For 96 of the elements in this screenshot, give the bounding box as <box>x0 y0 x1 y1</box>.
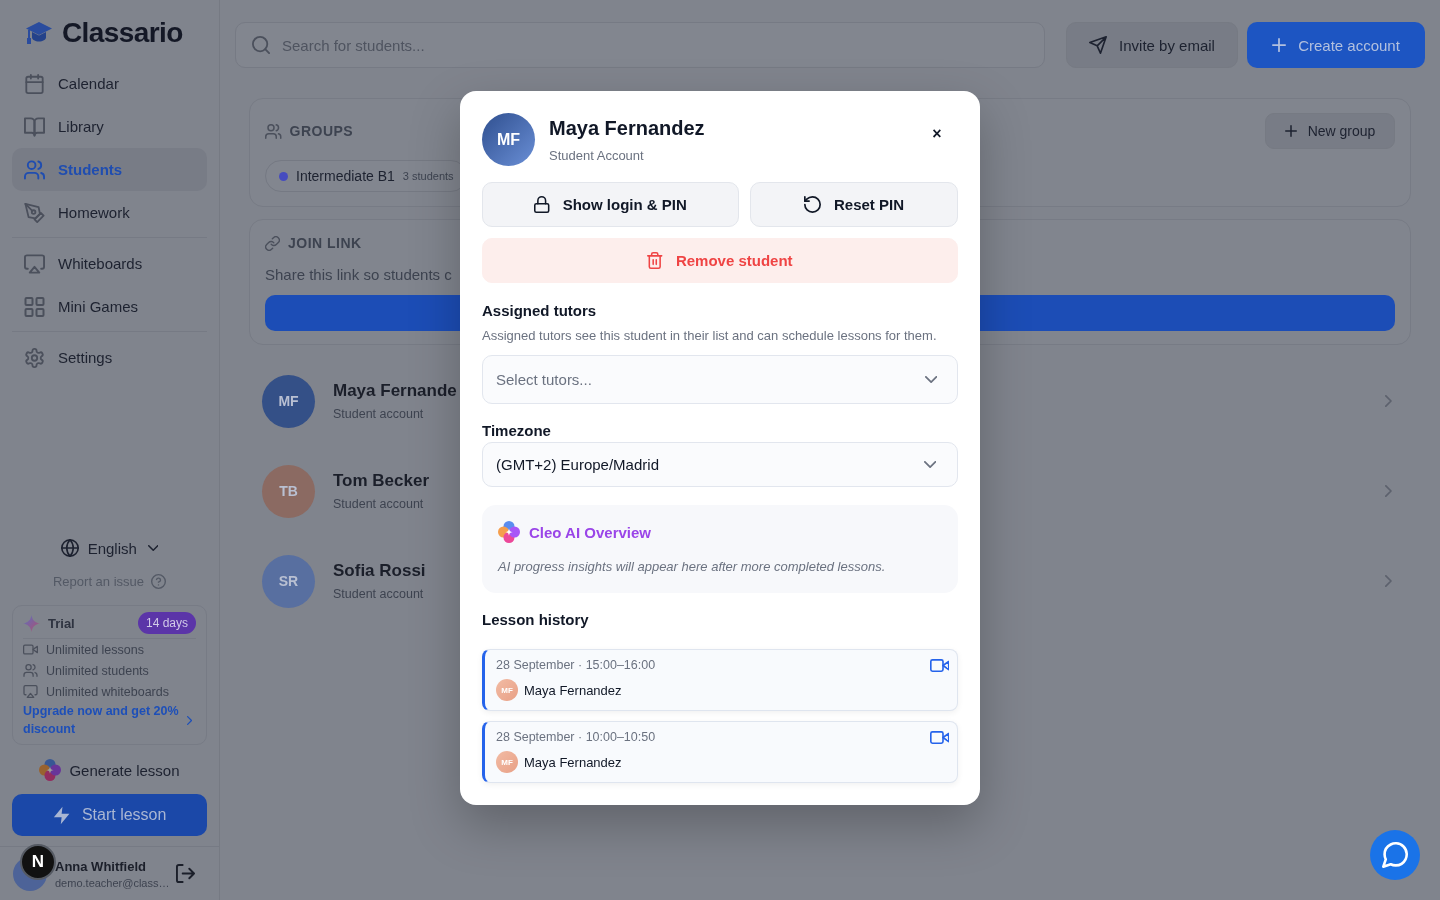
pen-nib-icon <box>24 202 45 223</box>
feature-text: Unlimited lessons <box>46 642 144 657</box>
brand-name: Classario <box>62 17 183 49</box>
days-left-badge: 14 days <box>137 612 196 634</box>
dot-icon <box>279 171 288 181</box>
screen-icon <box>23 685 38 698</box>
account-type: Student Account <box>549 148 645 164</box>
lock-icon <box>534 196 550 213</box>
student-name: Maya Fernandez <box>524 682 622 698</box>
trash-icon <box>647 252 663 269</box>
account-type: Student account <box>333 587 424 601</box>
chevron-right-icon <box>1385 395 1392 407</box>
help-circle-icon <box>151 573 167 589</box>
generate-lesson-button[interactable]: Generate lesson <box>12 757 207 783</box>
screen-icon <box>24 253 45 274</box>
flower-icon <box>39 759 62 781</box>
sidebar-item[interactable]: Homework <box>12 191 207 234</box>
student-avatar: SR <box>262 554 315 608</box>
close-button[interactable]: × <box>928 125 946 143</box>
student-name: Maya Fernandez <box>549 116 705 140</box>
section-heading: Timezone <box>482 421 552 441</box>
section-title: GROUPS <box>289 123 354 139</box>
section-description: Assigned tutors see this student in their list and can schedule lessons for them. <box>482 328 938 344</box>
ai-overview-text: AI progress insights will appear here after more completed lessons. <box>498 559 887 575</box>
ai-overview-title: Cleo AI Overview <box>529 523 651 541</box>
chevron-down-icon <box>924 376 937 383</box>
chat-button[interactable] <box>1370 830 1420 880</box>
student-avatar: MF <box>482 113 535 166</box>
sidebar-item[interactable]: Whiteboards <box>12 242 207 285</box>
users-icon <box>24 159 45 180</box>
group-name: Intermediate B1 <box>296 168 395 184</box>
remove-student-button[interactable]: Remove student <box>482 238 958 283</box>
tutor-select[interactable]: Select tutors... <box>482 355 958 404</box>
user-email: demo.teacher@class… <box>55 876 170 889</box>
section-heading: Assigned tutors <box>482 301 598 321</box>
lesson-card[interactable]: 28 September · 15:00–16:00 MF Maya Fernandez <box>482 649 958 711</box>
timezone-select[interactable]: (GMT+2) Europe/Madrid <box>482 442 958 487</box>
sidebar-item[interactable]: Calendar <box>12 62 207 105</box>
chevron-right-icon <box>1385 575 1392 587</box>
student-avatar: MF <box>496 751 518 773</box>
users-icon <box>23 664 38 677</box>
create-account-button[interactable]: Create account <box>1247 22 1425 68</box>
chat-bubble-icon <box>1382 842 1408 868</box>
join-link-hint: Share this link so students c <box>265 265 453 285</box>
graduation-cap-icon <box>25 19 53 47</box>
language-selector[interactable]: English <box>60 535 159 561</box>
student-avatar: MF <box>262 374 315 428</box>
reset-pin-button[interactable]: Reset PIN <box>750 182 958 227</box>
circular-arrow-icon <box>804 196 821 213</box>
globe-icon <box>60 539 79 557</box>
paper-plane-icon <box>1089 36 1108 54</box>
student-name: Tom Becker <box>333 471 430 491</box>
lesson-card[interactable]: 28 September · 10:00–10:50 MF Maya Fernandez <box>482 721 958 783</box>
chevron-down-icon <box>147 545 159 551</box>
lesson-time: 28 September · 15:00–16:00 <box>496 658 656 672</box>
section-title: JOIN LINK <box>288 235 362 251</box>
sidebar-item[interactable]: Settings <box>12 336 207 379</box>
new-group-button[interactable]: New group <box>1265 113 1395 149</box>
chevron-right-icon <box>186 715 192 725</box>
chevron-down-icon <box>923 461 936 468</box>
chevron-right-icon <box>1385 485 1392 497</box>
sparkle-icon <box>23 614 40 632</box>
lesson-time: 28 September · 10:00–10:50 <box>496 730 656 744</box>
search-icon <box>252 36 270 54</box>
invite-button[interactable]: Invite by email <box>1066 22 1238 68</box>
plus-icon <box>1272 38 1287 52</box>
video-camera-icon <box>929 658 949 672</box>
video-camera-icon <box>929 730 949 744</box>
student-name: Maya Fernande <box>333 381 457 401</box>
plus-icon <box>1284 125 1297 137</box>
student-avatar: TB <box>262 464 315 518</box>
trial-label: Trial <box>48 615 75 631</box>
account-type: Student account <box>333 407 424 421</box>
sidebar-item[interactable]: Library <box>12 105 207 148</box>
student-name: Sofia Rossi <box>333 561 426 581</box>
logout-icon[interactable] <box>176 864 195 883</box>
user-name: Anna Whitfield <box>55 858 146 874</box>
student-avatar: MF <box>496 679 518 701</box>
calendar-icon <box>24 73 45 94</box>
section-heading: Lesson history <box>482 610 590 630</box>
grid-icon <box>24 296 45 317</box>
feature-text: Unlimited whiteboards <box>46 684 169 699</box>
start-lesson-button[interactable]: Start lesson <box>12 794 207 836</box>
users-icon <box>265 123 282 139</box>
account-type: Student account <box>333 497 424 511</box>
link-icon <box>265 235 280 251</box>
feature-text: Unlimited students <box>46 663 149 678</box>
gear-icon <box>24 347 45 368</box>
student-count: 3 students <box>402 170 454 182</box>
video-camera-icon <box>23 643 38 656</box>
lightning-icon <box>52 805 70 825</box>
sidebar-item[interactable]: Mini Games <box>12 285 207 328</box>
book-icon <box>24 116 45 137</box>
flower-icon <box>498 521 520 543</box>
student-name: Maya Fernandez <box>524 754 622 770</box>
show-login-button[interactable]: Show login & PIN <box>482 182 739 227</box>
